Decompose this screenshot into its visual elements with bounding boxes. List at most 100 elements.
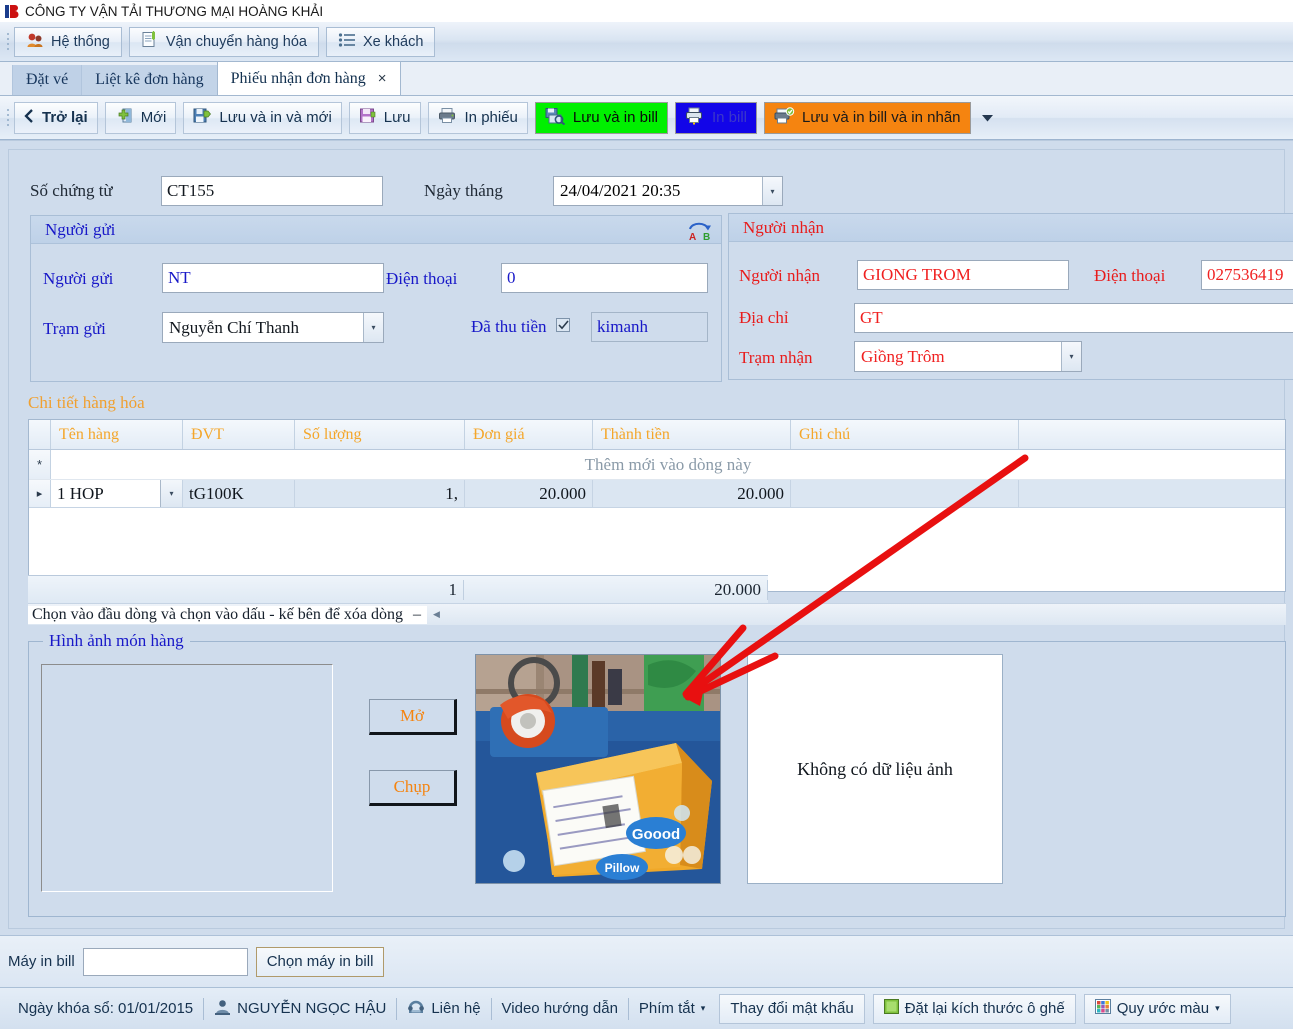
receiver-phone-input[interactable]: 027536419 xyxy=(1201,260,1293,290)
receiver-station-select[interactable]: Giồng Trôm ▾ xyxy=(854,341,1082,372)
goods-grid-footer: 1 20.000 xyxy=(28,575,768,603)
cell-ten-hang[interactable]: 1 HOP ▾ xyxy=(51,480,183,507)
chevron-down-icon[interactable]: ▾ xyxy=(1215,1003,1220,1014)
bill-printer-input[interactable] xyxy=(82,947,248,976)
grid-corner xyxy=(29,420,51,449)
column-header-so-luong[interactable]: Số lượng xyxy=(295,420,465,449)
choose-bill-printer-button[interactable]: Chọn máy in bill xyxy=(255,946,385,977)
toolbar-overflow-chevron-down-icon[interactable] xyxy=(978,102,998,134)
column-header-dvt[interactable]: ĐVT xyxy=(183,420,295,449)
scroll-left-arrow-icon[interactable]: ◀ xyxy=(427,609,446,620)
button-label: In phiếu xyxy=(464,109,518,126)
new-icon xyxy=(115,107,134,128)
close-icon[interactable]: × xyxy=(378,70,387,87)
cell-so-luong[interactable]: 1, xyxy=(295,480,465,507)
column-header-extra[interactable] xyxy=(1019,420,1285,449)
print-form-button[interactable]: In phiếu xyxy=(427,101,528,134)
menu-item-he-thong[interactable]: Hệ thống xyxy=(14,26,122,57)
toolbar-gripper-2[interactable] xyxy=(4,105,12,131)
document-new-icon xyxy=(141,30,159,53)
sender-phone-input[interactable]: 0 xyxy=(501,263,708,293)
cell-don-gia[interactable]: 20.000 xyxy=(465,480,593,507)
tab-liet-ke-don-hang[interactable]: Liệt kê đơn hàng xyxy=(81,65,217,95)
tab-phieu-nhan-don-hang[interactable]: Phiếu nhận đơn hàng × xyxy=(216,61,401,95)
cell-extra[interactable] xyxy=(1019,480,1285,507)
shortcuts-menu-button[interactable]: Phím tắt ▾ xyxy=(629,994,715,1024)
svg-text:B: B xyxy=(703,232,710,241)
reset-seat-size-label: Đặt lại kích thước ô ghế xyxy=(904,1000,1065,1017)
column-header-don-gia[interactable]: Đơn giá xyxy=(465,420,593,449)
button-label: Lưu và in bill xyxy=(572,109,658,126)
color-legend-button[interactable]: Quy ước màu ▾ xyxy=(1083,993,1231,1024)
grid-new-row[interactable]: * Thêm mới vào dòng này xyxy=(29,450,1285,480)
svg-text:Goood: Goood xyxy=(632,826,680,843)
paid-checkbox[interactable] xyxy=(556,318,570,332)
chevron-down-icon[interactable]: ▾ xyxy=(701,1003,706,1014)
no-image-data-pane[interactable]: Không có dữ liệu ảnh xyxy=(747,654,1003,884)
print-label-icon xyxy=(774,106,795,129)
receiver-address-input[interactable]: GT xyxy=(854,303,1293,333)
save-and-print-bill-button[interactable]: Lưu và in bill xyxy=(534,101,668,134)
tab-dat-ve[interactable]: Đặt vé xyxy=(12,65,82,95)
swap-a-b-icon[interactable]: A B xyxy=(687,219,713,243)
receiver-station-value: Giồng Trôm xyxy=(861,346,945,366)
new-row-marker[interactable]: * xyxy=(29,450,51,479)
sender-group: Người gửi A B Người gửi NT Điện thoại 0 … xyxy=(30,215,722,382)
chevron-down-icon[interactable]: ▾ xyxy=(363,313,383,342)
receiver-name-input[interactable]: GIONG TROM xyxy=(857,260,1069,290)
chevron-down-icon[interactable]: ▾ xyxy=(1061,342,1081,371)
sender-name-input[interactable]: NT xyxy=(162,263,384,293)
menu-item-xe-khach[interactable]: Xe khách xyxy=(325,26,436,57)
window-title: CÔNG TY VẬN TẢI THƯƠNG MẠI HOÀNG KHẢI xyxy=(25,3,324,19)
color-grid-icon xyxy=(1094,999,1111,1018)
contact-button[interactable]: Liên hệ xyxy=(397,994,490,1024)
doc-no-input[interactable]: CT155 xyxy=(161,176,383,206)
toolbar-gripper[interactable] xyxy=(4,29,12,55)
menu-item-van-chuyen-hang-hoa[interactable]: Vận chuyển hàng hóa xyxy=(128,26,319,57)
change-password-button[interactable]: Thay đổi mật khẩu xyxy=(719,993,865,1024)
video-guide-button[interactable]: Video hướng dẫn xyxy=(492,994,628,1024)
date-input[interactable]: 24/04/2021 20:35 ▾ xyxy=(553,176,783,206)
tab-label: Liệt kê đơn hàng xyxy=(95,71,204,88)
reset-seat-size-button[interactable]: Đặt lại kích thước ô ghế xyxy=(872,993,1076,1024)
contact-label: Liên hệ xyxy=(431,1000,481,1017)
goods-grid[interactable]: Tên hàng ĐVT Số lượng Đơn giá Thành tiền… xyxy=(28,419,1286,592)
chevron-down-icon[interactable]: ▾ xyxy=(160,480,182,507)
save-print-new-button[interactable]: Lưu và in và mới xyxy=(183,101,342,134)
date-label: Ngày tháng xyxy=(424,181,503,200)
print-bill-button[interactable]: In bill xyxy=(675,101,758,134)
save-button[interactable]: Lưu xyxy=(348,101,421,134)
back-button[interactable]: Trở lại xyxy=(14,101,98,134)
cell-dvt[interactable]: tG100K xyxy=(183,480,295,507)
button-label: In bill xyxy=(712,109,748,126)
menu-item-label: Vận chuyển hàng hóa xyxy=(165,33,307,50)
current-user-status[interactable]: NGUYỄN NGỌC HẬU xyxy=(204,994,396,1024)
row-selector[interactable]: ▸ xyxy=(29,480,51,507)
column-header-ghi-chu[interactable]: Ghi chú xyxy=(791,420,1019,449)
image-preview-pane[interactable] xyxy=(41,664,333,892)
capture-image-button[interactable]: Chụp xyxy=(369,770,457,806)
chevron-down-icon[interactable]: ▾ xyxy=(762,177,782,205)
new-button[interactable]: Mới xyxy=(104,101,177,134)
cell-thanh-tien[interactable]: 20.000 xyxy=(593,480,791,507)
delete-row-minus-icon[interactable]: – xyxy=(407,605,428,624)
sender-station-select[interactable]: Nguyễn Chí Thanh ▾ xyxy=(162,312,384,343)
grid-horizontal-scrollbar[interactable]: Chọn vào đầu dòng và chọn vào dấu - kế b… xyxy=(28,603,1286,625)
sender-phone-label: Điện thoại xyxy=(386,269,458,288)
column-header-ten-hang[interactable]: Tên hàng xyxy=(51,420,183,449)
color-legend-label: Quy ước màu xyxy=(1116,1000,1210,1017)
cell-ten-hang-value: 1 HOP xyxy=(57,483,104,503)
cell-ghi-chu[interactable] xyxy=(791,480,1019,507)
table-row[interactable]: ▸ 1 HOP ▾ tG100K 1, 20.000 20.000 xyxy=(29,480,1285,508)
print-bill-icon xyxy=(685,107,705,129)
open-image-button[interactable]: Mở xyxy=(369,699,457,735)
package-image-group: Hình ảnh món hàng Mở Chụp Goood Pillow K… xyxy=(28,631,1286,917)
receiver-phone-label: Điện thoại xyxy=(1094,266,1166,285)
paid-label: Đã thu tiền xyxy=(471,317,547,336)
package-photo[interactable]: Goood Pillow xyxy=(475,654,721,884)
cashier-input[interactable]: kimanh xyxy=(591,312,708,342)
svg-text:A: A xyxy=(689,232,696,241)
green-square-icon xyxy=(883,999,899,1018)
save-print-bill-label-button[interactable]: Lưu và in bill và in nhãn xyxy=(764,101,971,134)
column-header-thanh-tien[interactable]: Thành tiền xyxy=(593,420,791,449)
